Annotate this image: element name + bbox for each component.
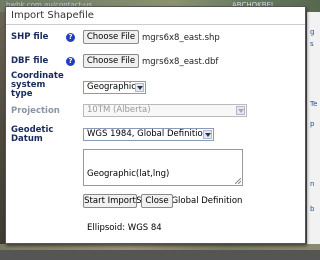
background-fragment: Te: [310, 100, 318, 108]
dbf-file-name: mgrs6x8_east.dbf: [142, 57, 219, 67]
shp-file-label: SHP file: [11, 32, 49, 42]
start-import-button[interactable]: Start Import: [83, 194, 137, 208]
info-line: Geographic(lat,lng): [87, 169, 170, 179]
dbf-file-label: DBF file: [11, 56, 49, 66]
background-fragment: b: [310, 205, 315, 213]
shp-choose-file-button[interactable]: Choose File: [83, 30, 139, 44]
projection-select: 10TM (Alberta): [83, 104, 247, 117]
coordinate-system-label: Coordinate system type: [11, 72, 64, 99]
background-fragment: s: [310, 40, 314, 48]
background-fragment: g: [310, 28, 315, 36]
datum-info-textarea[interactable]: Geographic(lat,lng) Datum: WGS 1984, Glo…: [83, 149, 243, 233]
title-divider: [6, 24, 305, 25]
chevron-down-icon: [236, 106, 245, 115]
import-shapefile-dialog: Import Shapefile SHP file ? Choose File …: [5, 6, 306, 244]
chevron-down-icon: [203, 130, 212, 139]
coordinate-label-line: type: [11, 89, 33, 99]
datum-label-line: Datum: [11, 134, 43, 144]
background-fragment: p: [310, 120, 315, 128]
info-line: Ellipsoid: WGS 84: [87, 223, 162, 233]
geodetic-datum-value: WGS 1984, Global Definition: [87, 129, 209, 139]
close-button[interactable]: Close: [141, 194, 173, 208]
coordinate-system-select[interactable]: Geographic: [83, 81, 146, 94]
projection-label: Projection: [11, 106, 60, 116]
background-fragment: n: [310, 180, 315, 188]
dialog-title: Import Shapefile: [11, 10, 94, 21]
shp-help-icon[interactable]: ?: [66, 33, 75, 42]
shp-file-name: mgrs6x8_east.shp: [142, 33, 220, 43]
chevron-down-icon: [135, 83, 144, 92]
dbf-choose-file-button[interactable]: Choose File: [83, 54, 139, 68]
dbf-help-icon[interactable]: ?: [66, 57, 75, 66]
geodetic-datum-label: Geodetic Datum: [11, 126, 53, 144]
coordinate-system-value: Geographic: [87, 82, 136, 92]
projection-value: 10TM (Alberta): [87, 105, 151, 115]
resize-grip-icon[interactable]: [235, 178, 241, 184]
geodetic-datum-select[interactable]: WGS 1984, Global Definition: [83, 128, 214, 141]
